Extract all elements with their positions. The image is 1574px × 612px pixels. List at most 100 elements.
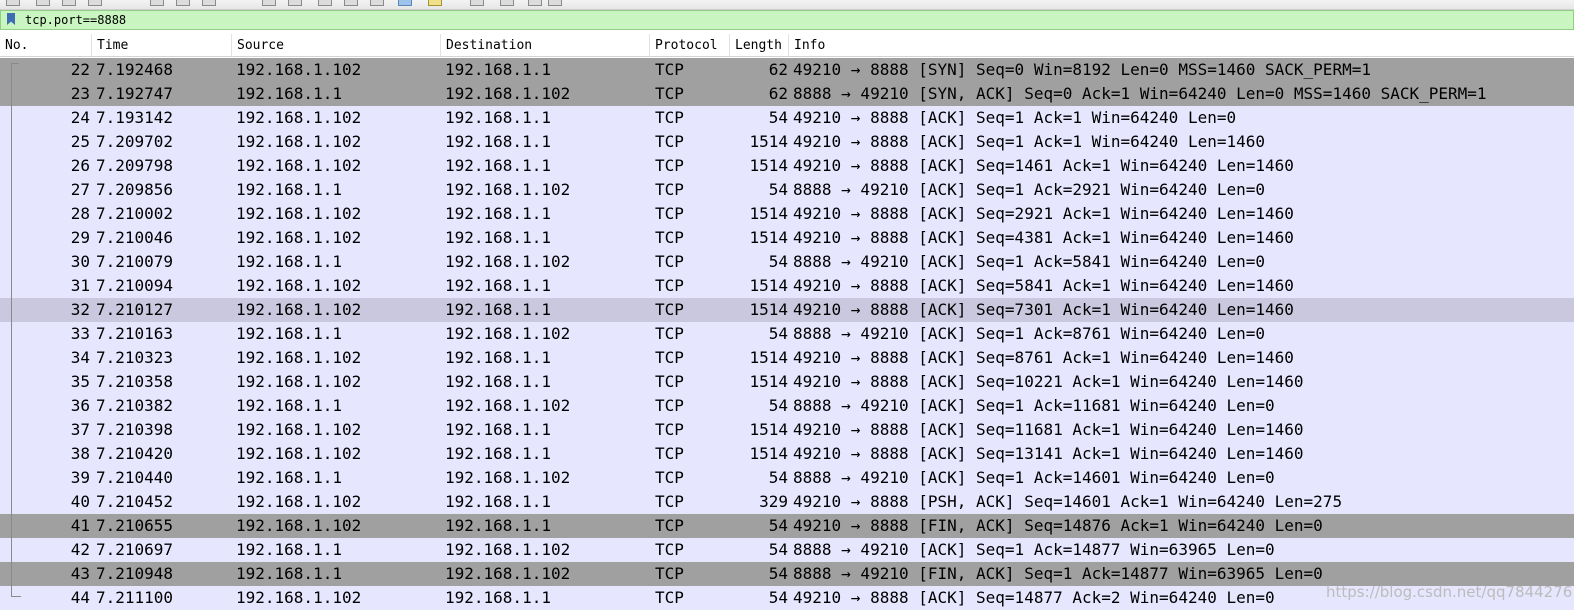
packet-time: 7.210948 — [96, 564, 174, 583]
packet-destination: 192.168.1.102 — [445, 396, 571, 415]
packet-time: 7.210697 — [96, 540, 174, 559]
packet-row[interactable]: 40 7.210452 192.168.1.102 192.168.1.1 TCP 329… — [0, 490, 1574, 514]
packet-row[interactable]: 25 7.209702 192.168.1.102 192.168.1.1 TCP 151… — [0, 130, 1574, 154]
packet-protocol: TCP — [655, 564, 684, 583]
column-header-info[interactable]: Info — [789, 34, 1574, 56]
packet-info: 49210 → 8888 [ACK] Seq=13141 Ack=1 Win=6… — [793, 444, 1304, 463]
packet-row[interactable]: 39 7.210440 192.168.1.1 192.168.1.102 TCP 54 8… — [0, 466, 1574, 490]
column-header-time[interactable]: Time — [92, 34, 232, 56]
conversation-tree-start — [11, 63, 19, 64]
packet-info: 49210 → 8888 [ACK] Seq=1 Ack=1 Win=64240… — [793, 132, 1266, 151]
packet-destination: 192.168.1.102 — [445, 180, 571, 199]
packet-no: 22 — [70, 60, 90, 79]
packet-info: 49210 → 8888 [ACK] Seq=8761 Ack=1 Win=64… — [793, 348, 1294, 367]
toolbar-icon[interactable] — [370, 0, 384, 6]
packet-destination: 192.168.1.102 — [445, 540, 571, 559]
toolbar-icon[interactable] — [288, 0, 302, 6]
packet-list-header: No. Time Source Destination Protocol Len… — [0, 34, 1574, 57]
packet-row[interactable]: 24 7.193142 192.168.1.102 192.168.1.1 TCP 54 4… — [0, 106, 1574, 130]
packet-destination: 192.168.1.1 — [445, 60, 551, 79]
packet-row[interactable]: 22 7.192468 192.168.1.102 192.168.1.1 TCP 62 4… — [0, 58, 1574, 82]
packet-source: 192.168.1.102 — [236, 516, 362, 535]
packet-protocol: TCP — [655, 60, 684, 79]
packet-length: 54 — [768, 396, 788, 415]
packet-info: 8888 → 49210 [ACK] Seq=1 Ack=2921 Win=64… — [793, 180, 1266, 199]
packet-destination: 192.168.1.1 — [445, 444, 551, 463]
packet-row[interactable]: 30 7.210079 192.168.1.1 192.168.1.102 TCP 54 8… — [0, 250, 1574, 274]
packet-length: 1514 — [749, 300, 788, 319]
packet-destination: 192.168.1.1 — [445, 156, 551, 175]
packet-time: 7.210420 — [96, 444, 174, 463]
bookmark-icon[interactable] — [7, 13, 15, 25]
toolbar-icon[interactable] — [88, 0, 102, 6]
packet-row[interactable]: 34 7.210323 192.168.1.102 192.168.1.1 TCP 151… — [0, 346, 1574, 370]
toolbar-icon[interactable] — [6, 0, 20, 6]
packet-time: 7.210002 — [96, 204, 174, 223]
toolbar-icon[interactable] — [344, 0, 358, 6]
packet-row[interactable]: 23 7.192747 192.168.1.1 192.168.1.102 TCP 62 8… — [0, 82, 1574, 106]
column-header-destination[interactable]: Destination — [441, 34, 650, 56]
packet-time: 7.210094 — [96, 276, 174, 295]
packet-time: 7.209856 — [96, 180, 174, 199]
packet-row[interactable]: 29 7.210046 192.168.1.102 192.168.1.1 TCP 151… — [0, 226, 1574, 250]
packet-info: 8888 → 49210 [ACK] Seq=1 Ack=5841 Win=64… — [793, 252, 1266, 271]
packet-destination: 192.168.1.102 — [445, 564, 571, 583]
packet-row[interactable]: 38 7.210420 192.168.1.102 192.168.1.1 TCP 151… — [0, 442, 1574, 466]
packet-source: 192.168.1.102 — [236, 228, 362, 247]
packet-length: 1514 — [749, 204, 788, 223]
packet-length: 1514 — [749, 228, 788, 247]
toolbar-icon[interactable] — [528, 0, 542, 6]
packet-destination: 192.168.1.102 — [445, 252, 571, 271]
packet-row[interactable]: 35 7.210358 192.168.1.102 192.168.1.1 TCP 151… — [0, 370, 1574, 394]
packet-length: 1514 — [749, 276, 788, 295]
packet-no: 44 — [70, 588, 90, 607]
packet-length: 1514 — [749, 420, 788, 439]
toolbar-icon[interactable] — [262, 0, 276, 6]
packet-list: 22 7.192468 192.168.1.102 192.168.1.1 TCP 62 4… — [0, 58, 1574, 610]
toolbar-icon[interactable] — [470, 0, 484, 6]
packet-no: 33 — [70, 324, 90, 343]
packet-protocol: TCP — [655, 156, 684, 175]
toolbar-icon[interactable] — [500, 0, 514, 6]
packet-destination: 192.168.1.1 — [445, 348, 551, 367]
packet-time: 7.210358 — [96, 372, 174, 391]
packet-row[interactable]: 33 7.210163 192.168.1.1 192.168.1.102 TCP 54 8… — [0, 322, 1574, 346]
packet-row[interactable]: 32 7.210127 192.168.1.102 192.168.1.1 TCP 151… — [0, 298, 1574, 322]
packet-source: 192.168.1.1 — [236, 252, 342, 271]
display-filter-input[interactable] — [25, 12, 1555, 28]
auto-scroll-icon[interactable] — [428, 0, 442, 6]
packet-no: 41 — [70, 516, 90, 535]
packet-info: 8888 → 49210 [ACK] Seq=1 Ack=14877 Win=6… — [793, 540, 1275, 559]
toolbar-icon[interactable] — [318, 0, 332, 6]
packet-protocol: TCP — [655, 492, 684, 511]
packet-row[interactable]: 28 7.210002 192.168.1.102 192.168.1.1 TCP 151… — [0, 202, 1574, 226]
packet-protocol: TCP — [655, 540, 684, 559]
packet-protocol: TCP — [655, 84, 684, 103]
packet-destination: 192.168.1.1 — [445, 228, 551, 247]
toolbar-icon[interactable] — [150, 0, 164, 6]
packet-info: 49210 → 8888 [SYN] Seq=0 Win=8192 Len=0 … — [793, 60, 1371, 79]
toolbar-icon[interactable] — [36, 0, 50, 6]
packet-protocol: TCP — [655, 252, 684, 271]
column-header-length[interactable]: Length — [730, 34, 789, 56]
packet-destination: 192.168.1.102 — [445, 324, 571, 343]
column-header-no[interactable]: No. — [0, 34, 92, 56]
toolbar-icon[interactable] — [548, 0, 562, 6]
packet-row[interactable]: 37 7.210398 192.168.1.102 192.168.1.1 TCP 151… — [0, 418, 1574, 442]
toolbar-icon[interactable] — [202, 0, 216, 6]
packet-protocol: TCP — [655, 420, 684, 439]
packet-source: 192.168.1.102 — [236, 444, 362, 463]
packet-row[interactable]: 31 7.210094 192.168.1.102 192.168.1.1 TCP 151… — [0, 274, 1574, 298]
packet-length: 54 — [768, 588, 788, 607]
column-header-source[interactable]: Source — [232, 34, 441, 56]
toolbar-icon[interactable] — [176, 0, 190, 6]
packet-row[interactable]: 27 7.209856 192.168.1.1 192.168.1.102 TCP 54 8… — [0, 178, 1574, 202]
packet-row[interactable]: 42 7.210697 192.168.1.1 192.168.1.102 TCP 54 8… — [0, 538, 1574, 562]
packet-row[interactable]: 41 7.210655 192.168.1.102 192.168.1.1 TCP 54 4… — [0, 514, 1574, 538]
colorize-icon[interactable] — [398, 0, 412, 6]
packet-time: 7.209702 — [96, 132, 174, 151]
column-header-protocol[interactable]: Protocol — [650, 34, 730, 56]
packet-row[interactable]: 26 7.209798 192.168.1.102 192.168.1.1 TCP 151… — [0, 154, 1574, 178]
packet-row[interactable]: 36 7.210382 192.168.1.1 192.168.1.102 TCP 54 8… — [0, 394, 1574, 418]
toolbar-icon[interactable] — [62, 0, 76, 6]
